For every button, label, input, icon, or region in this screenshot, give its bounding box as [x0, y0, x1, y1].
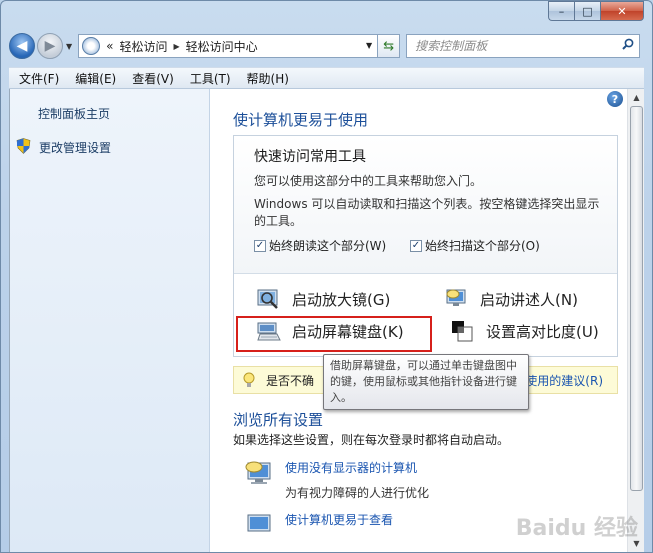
window-body: 控制面板主页 更改管理设置 ? 使计算机更易于使用 快速访问常用工具 您可以使用…: [9, 89, 644, 552]
no-display-sub: 为有视力障碍的人进行优化: [285, 486, 430, 500]
refresh-button[interactable]: ⇆: [378, 34, 401, 58]
start-narrator-label: 启动讲述人(N): [480, 290, 578, 309]
navigation-bar: ◀ ▶ ▼ « 轻松访问 ▶ 轻松访问中心 ▼ ⇆: [9, 31, 644, 61]
menu-view[interactable]: 查看(V): [124, 70, 182, 87]
easier-to-see-text: 使计算机更易于查看: [285, 511, 393, 541]
no-display-text: 使用没有显示器的计算机 为有视力障碍的人进行优化: [285, 459, 429, 501]
arrow-left-icon: ◀: [16, 38, 28, 54]
start-magnifier-link[interactable]: 启动放大镜(G): [257, 288, 390, 310]
quick-access-header: 快速访问常用工具 您可以使用这部分中的工具来帮助您入门。 Windows 可以自…: [234, 136, 617, 274]
browse-settings-title: 浏览所有设置: [233, 411, 324, 429]
set-high-contrast-label: 设置高对比度(U): [486, 322, 599, 341]
control-panel-home-link[interactable]: 控制面板主页: [38, 105, 110, 122]
scroll-up-icon[interactable]: ▲: [629, 89, 644, 106]
magnifier-icon: [257, 289, 278, 309]
quick-access-desc: 您可以使用这部分中的工具来帮助您入门。: [254, 174, 483, 188]
start-narrator-link[interactable]: 启动讲述人(N): [445, 288, 578, 310]
checkbox-checked-icon: ✓: [410, 239, 422, 252]
uac-shield-icon: [16, 138, 31, 154]
always-read-label: 始终朗读这个部分(W): [269, 239, 387, 253]
keyboard-tooltip: 借助屏幕键盘，可以通过单击键盘图中的键，使用鼠标或其他指针设备进行键入。: [323, 354, 529, 410]
forward-button[interactable]: ▶: [37, 33, 63, 59]
back-button[interactable]: ◀: [9, 33, 35, 59]
monitor-narrator-icon: [245, 461, 271, 484]
chevron-down-icon[interactable]: ▼: [366, 41, 372, 50]
maximize-button[interactable]: □: [574, 1, 600, 21]
quick-access-scan-desc: Windows 可以自动读取和扫描这个列表。按空格键选择突出显示的工具。: [254, 197, 600, 228]
menu-edit[interactable]: 编辑(E): [67, 70, 124, 87]
address-bar[interactable]: « 轻松访问 ▶ 轻松访问中心 ▼: [78, 34, 379, 58]
menu-bar: 文件(F) 编辑(E) 查看(V) 工具(T) 帮助(H): [9, 67, 644, 89]
menu-tools[interactable]: 工具(T): [182, 70, 239, 87]
arrow-right-icon: ▶: [44, 38, 56, 54]
red-highlight-box: [236, 316, 432, 352]
search-input[interactable]: [407, 39, 618, 53]
checkbox-checked-icon: ✓: [254, 239, 266, 252]
breadcrumb-ease-of-access[interactable]: 轻松访问: [120, 38, 168, 55]
menu-file[interactable]: 文件(F): [11, 70, 67, 87]
always-scan-checkbox[interactable]: ✓ 始终扫描这个部分(O): [410, 237, 540, 254]
scrollbar-thumb[interactable]: [630, 106, 643, 491]
breadcrumb-overflow[interactable]: «: [106, 39, 113, 53]
refresh-icon: ⇆: [383, 38, 395, 54]
always-scan-label: 始终扫描这个部分(O): [425, 239, 540, 253]
caption-buttons: – □ ✕: [548, 1, 644, 21]
page-title: 使计算机更易于使用: [233, 111, 369, 129]
get-recommendations-link[interactable]: 使用的建议(R): [525, 372, 603, 389]
menu-help[interactable]: 帮助(H): [239, 70, 297, 87]
no-display-link[interactable]: 使用没有显示器的计算机: [285, 459, 429, 476]
lightbulb-icon: [243, 372, 255, 387]
help-icon[interactable]: ?: [607, 91, 623, 107]
monitor-icon: [247, 514, 271, 532]
breadcrumb-ease-of-access-center[interactable]: 轻松访问中心: [186, 38, 258, 55]
quick-access-heading: 快速访问常用工具: [254, 149, 366, 165]
control-panel-window: – □ ✕ ◀ ▶ ▼ « 轻松访问 ▶ 轻松访问中心 ▼ ⇆ 文: [0, 0, 653, 553]
no-display-setting-item[interactable]: 使用没有显示器的计算机 为有视力障碍的人进行优化: [244, 459, 429, 501]
easier-to-see-setting-item[interactable]: 使计算机更易于查看: [244, 511, 393, 541]
browse-settings-desc: 如果选择这些设置，则在每次登录时都将自动启动。: [233, 433, 510, 447]
high-contrast-icon: [452, 321, 473, 342]
change-admin-settings-link[interactable]: 更改管理设置: [39, 139, 111, 156]
narrator-icon: [446, 289, 466, 306]
minimize-button[interactable]: –: [548, 1, 574, 21]
close-button[interactable]: ✕: [600, 1, 644, 21]
baidu-jingyan-watermark: Baidu 经验: [515, 516, 638, 541]
search-icon[interactable]: [617, 38, 639, 54]
main-content: ? 使计算机更易于使用 快速访问常用工具 您可以使用这部分中的工具来帮助您入门。…: [210, 89, 627, 552]
vertical-scrollbar[interactable]: ▲ ▼: [627, 89, 644, 552]
chevron-right-icon[interactable]: ▶: [174, 42, 180, 51]
search-box: [406, 34, 641, 58]
easier-to-see-link[interactable]: 使计算机更易于查看: [285, 511, 393, 528]
start-magnifier-label: 启动放大镜(G): [292, 290, 391, 309]
recommendation-text: 是否不确: [266, 373, 315, 388]
sidebar: 控制面板主页 更改管理设置: [10, 89, 210, 552]
recent-pages-dropdown-icon[interactable]: ▼: [66, 42, 72, 51]
set-high-contrast-link[interactable]: 设置高对比度(U): [451, 320, 599, 342]
control-panel-icon: [82, 37, 101, 55]
always-read-checkbox[interactable]: ✓ 始终朗读这个部分(W): [254, 237, 386, 254]
